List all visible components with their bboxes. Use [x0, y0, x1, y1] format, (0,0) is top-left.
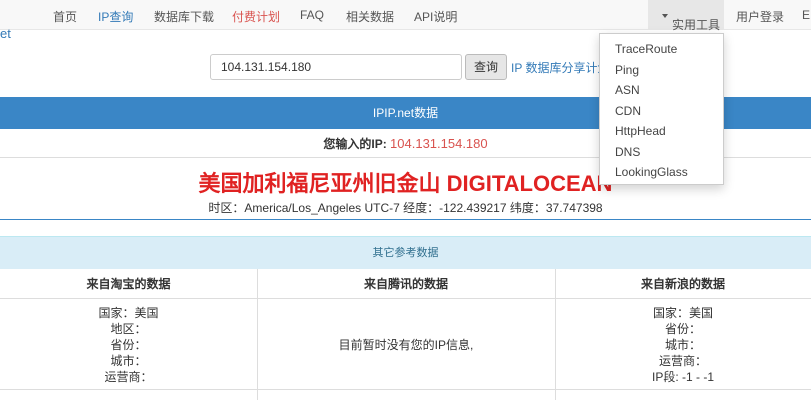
menu-item-ping[interactable]: Ping [615, 63, 639, 77]
geo-info: 时区：America/Los_Angeles UTC-7 经度：-122.439… [208, 201, 603, 215]
column-divider [257, 269, 258, 400]
nav-home[interactable]: 首页 [53, 8, 77, 25]
nav-login[interactable]: 用户登录 [736, 8, 784, 25]
nav-faq[interactable]: FAQ [300, 8, 324, 22]
tencent-data: 目前暂时没有您的IP信息, [257, 337, 555, 353]
sina-data: 国家：美国 省份： 城市： 运营商： IP段: -1 - -1 [555, 305, 811, 385]
nav-ip-query[interactable]: IP查询 [98, 8, 133, 25]
tools-dropdown-menu: TraceRoute Ping ASN CDN HttpHead DNS Loo… [599, 33, 724, 185]
nav-db-download[interactable]: 数据库下载 [154, 8, 214, 25]
col-taobao-header: 来自淘宝的数据 [0, 269, 257, 299]
brand-logo-text[interactable]: et [0, 26, 11, 41]
other-data-title: 其它参考数据 [0, 236, 811, 269]
taobao-data: 国家：美国 地区： 省份： 城市： 运营商： [0, 305, 257, 385]
menu-item-lookingglass[interactable]: LookingGlass [615, 165, 688, 179]
query-button[interactable]: 查询 [465, 54, 507, 80]
tencent-message: 目前暂时没有您的IP信息, [338, 338, 474, 352]
menu-item-cdn[interactable]: CDN [615, 104, 641, 118]
menu-item-traceroute[interactable]: TraceRoute [615, 42, 677, 56]
nav-api-docs[interactable]: API说明 [414, 8, 457, 25]
menu-item-asn[interactable]: ASN [615, 83, 640, 97]
sina-ip-range: IP段: -1 - -1 [651, 370, 714, 384]
taobao-city: 城市： [110, 354, 147, 368]
nav-related-data[interactable]: 相关数据 [346, 8, 394, 25]
nav-paid-plan[interactable]: 付费计划 [232, 8, 280, 25]
top-navbar: 首页 IP查询 数据库下载 付费计划 FAQ 相关数据 API说明 实用工具 用… [0, 0, 811, 32]
menu-item-httphead[interactable]: HttpHead [615, 124, 666, 138]
menu-item-dns[interactable]: DNS [615, 145, 640, 159]
sina-isp: 运营商： [658, 354, 707, 368]
col-tencent-header: 来自腾讯的数据 [257, 269, 555, 299]
ip-search-input[interactable] [210, 54, 462, 80]
taobao-isp: 运营商： [104, 370, 153, 384]
nav-tools-label: 实用工具 [672, 18, 721, 32]
your-ip-value: 104.131.154.180 [390, 136, 488, 151]
db-share-link[interactable]: IP 数据库分享计划 [511, 59, 609, 76]
sina-province: 省份： [664, 322, 701, 336]
table-bottom-border [0, 389, 811, 390]
taobao-region: 地区： [110, 322, 147, 336]
taobao-country: 国家：美国 [98, 306, 159, 320]
divider [0, 219, 811, 220]
col-sina-header: 来自新浪的数据 [555, 269, 811, 299]
caret-down-icon [662, 13, 668, 18]
taobao-province: 省份： [110, 338, 147, 352]
nav-edge-item[interactable]: E [802, 8, 810, 22]
sina-city: 城市： [664, 338, 701, 352]
nav-tools-dropdown[interactable]: 实用工具 [648, 0, 724, 32]
sina-country: 国家：美国 [652, 306, 713, 320]
your-ip-label: 您输入的IP: [323, 137, 391, 151]
